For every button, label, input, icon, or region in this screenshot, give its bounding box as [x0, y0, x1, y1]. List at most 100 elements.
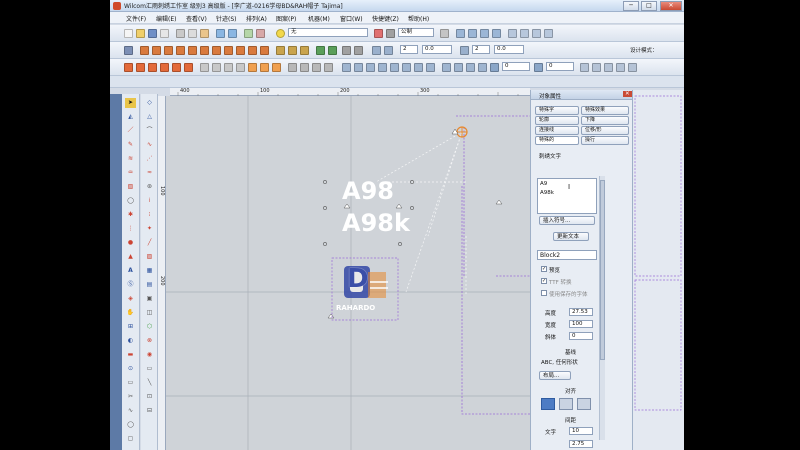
tab-special-effects[interactable]: 特殊效果	[581, 106, 629, 115]
tool-icon-r17[interactable]: ▭	[144, 364, 155, 374]
tool-icon-l[interactable]	[342, 63, 351, 72]
zoom-icon[interactable]	[244, 29, 253, 38]
tab-connector[interactable]: 连接线	[535, 126, 579, 135]
outline-tool-icon[interactable]: ◯	[125, 196, 136, 206]
align-center-icon[interactable]	[559, 398, 573, 410]
tool-icon-l1[interactable]: ⊞	[125, 322, 136, 332]
tab-offset[interactable]: 位移/形	[581, 126, 629, 135]
embroidery-text-line-1[interactable]: A98	[342, 178, 394, 204]
satin-icon[interactable]	[300, 46, 309, 55]
stitch-type-icon-8[interactable]	[224, 46, 233, 55]
tool-icon-k[interactable]	[324, 63, 333, 72]
color-bar-icon-6[interactable]	[184, 63, 193, 72]
pointer-tool-icon[interactable]	[124, 46, 133, 55]
thread-icon[interactable]	[374, 29, 383, 38]
align-right-icon[interactable]	[577, 398, 591, 410]
menu-stitch[interactable]: 针迹(S)	[216, 14, 237, 23]
insert-symbol-button[interactable]: 插入符号...	[539, 216, 595, 225]
units-select[interactable]: 公制	[398, 28, 434, 37]
tool-icon-j[interactable]	[312, 63, 321, 72]
close-button[interactable]: ✕	[660, 1, 682, 11]
tool-icon-r10[interactable]: ▦	[144, 266, 155, 276]
tool-icon-l7[interactable]: ∿	[125, 406, 136, 416]
hand-icon[interactable]: ✋	[125, 308, 136, 318]
tool-icon-v[interactable]	[466, 63, 475, 72]
text-2-icon[interactable]: ⌒	[144, 126, 155, 136]
font-select[interactable]: Block2	[537, 250, 597, 260]
tool-icon-l9[interactable]: ▢	[125, 434, 136, 444]
tool-icon-l2[interactable]: ◐	[125, 336, 136, 346]
view-icon-8[interactable]	[544, 29, 553, 38]
select-arrow-icon[interactable]: ➤	[125, 98, 136, 108]
units-icon[interactable]	[386, 29, 395, 38]
tab-special-text[interactable]: 特殊字	[535, 106, 579, 115]
tool-icon-r14[interactable]: ⬡	[144, 322, 155, 332]
rotate-field[interactable]: 0	[502, 62, 530, 71]
spin-icon[interactable]	[534, 63, 543, 72]
letter-spacing-field[interactable]: 10	[569, 427, 593, 435]
view-icon-2[interactable]	[468, 29, 477, 38]
rotate-left-icon[interactable]	[490, 63, 499, 72]
knife-icon[interactable]: ／	[125, 126, 136, 136]
color-bar-icon-2[interactable]	[136, 63, 145, 72]
minimize-button[interactable]: ─	[623, 1, 639, 11]
column-icon[interactable]: ♒	[125, 168, 136, 178]
design-canvas[interactable]: A98 A98k D RAHARDO	[166, 96, 530, 450]
select-green-icon-2[interactable]	[328, 46, 337, 55]
line-spacing-field[interactable]: 2.75	[569, 440, 593, 448]
tool-icon-r2[interactable]: ⋰	[144, 154, 155, 164]
tool-icon-g[interactable]	[272, 63, 281, 72]
tool-icon-l4[interactable]: ⊙	[125, 364, 136, 374]
align-left-icon[interactable]	[541, 398, 555, 410]
tool-icon-r[interactable]	[414, 63, 423, 72]
tool-icon-n[interactable]	[366, 63, 375, 72]
tab-outline[interactable]: 轮廓	[535, 116, 579, 125]
monogram-icon[interactable]: Ⓢ	[125, 280, 136, 290]
menu-arrange[interactable]: 排列(A)	[246, 14, 267, 23]
tab-operation[interactable]: 操行	[581, 136, 629, 145]
tool-icon-r4[interactable]: ⊛	[144, 182, 155, 192]
redo-icon[interactable]	[228, 29, 237, 38]
color-bar-icon-3[interactable]	[148, 63, 157, 72]
height-field[interactable]: 27.53	[569, 308, 593, 316]
panel-scrollbar[interactable]	[599, 176, 605, 440]
color-bar-icon-5[interactable]	[172, 63, 181, 72]
tool-icon-r5[interactable]: ⁞	[144, 196, 155, 206]
text-content-box[interactable]: A9 A98k I	[537, 178, 597, 214]
menu-file[interactable]: 文件(F)	[126, 14, 146, 23]
tool-icon-y[interactable]	[592, 63, 601, 72]
view-icon-5[interactable]	[508, 29, 517, 38]
spacing-field-2[interactable]: 2	[472, 45, 490, 54]
tool-icon-aa[interactable]	[616, 63, 625, 72]
tool-icon-r6[interactable]: ⁝	[144, 210, 155, 220]
panel-scrollbar-thumb[interactable]	[600, 180, 605, 360]
tool-icon-r7[interactable]: ✦	[144, 224, 155, 234]
view-icon-4[interactable]	[492, 29, 501, 38]
menu-window[interactable]: 窗口(W)	[340, 14, 363, 23]
saved-font-checkbox[interactable]	[541, 290, 547, 296]
dot-icon[interactable]: ●	[125, 238, 136, 248]
lock-icon[interactable]	[342, 46, 351, 55]
view-icon-6[interactable]	[520, 29, 529, 38]
print-icon[interactable]	[160, 29, 169, 38]
tool-icon-r15[interactable]: ⊗	[144, 336, 155, 346]
reshape-icon[interactable]: ◭	[125, 112, 136, 122]
measure-icon[interactable]	[440, 29, 449, 38]
fill-tool-icon[interactable]: ▧	[125, 182, 136, 192]
tool-icon-l5[interactable]: ▭	[125, 378, 136, 388]
rotate-icon[interactable]	[384, 46, 393, 55]
tool-icon-r16[interactable]: ◉	[144, 350, 155, 360]
stitch-type-icon-1[interactable]	[140, 46, 149, 55]
tool-icon-d[interactable]	[236, 63, 245, 72]
tool-icon-q[interactable]	[402, 63, 411, 72]
stitch-type-icon-10[interactable]	[248, 46, 257, 55]
unlock-icon[interactable]	[354, 46, 363, 55]
reshape-2-icon[interactable]: △	[144, 112, 155, 122]
stitch-type-icon-6[interactable]	[200, 46, 209, 55]
ttf-checkbox[interactable]: ✓	[541, 278, 547, 284]
stitch-type-icon-5[interactable]	[188, 46, 197, 55]
menu-shortcuts[interactable]: 快捷键(Z)	[372, 14, 399, 23]
select-green-icon[interactable]	[316, 46, 325, 55]
tool-icon-r11[interactable]: ▤	[144, 280, 155, 290]
view-icon-7[interactable]	[532, 29, 541, 38]
